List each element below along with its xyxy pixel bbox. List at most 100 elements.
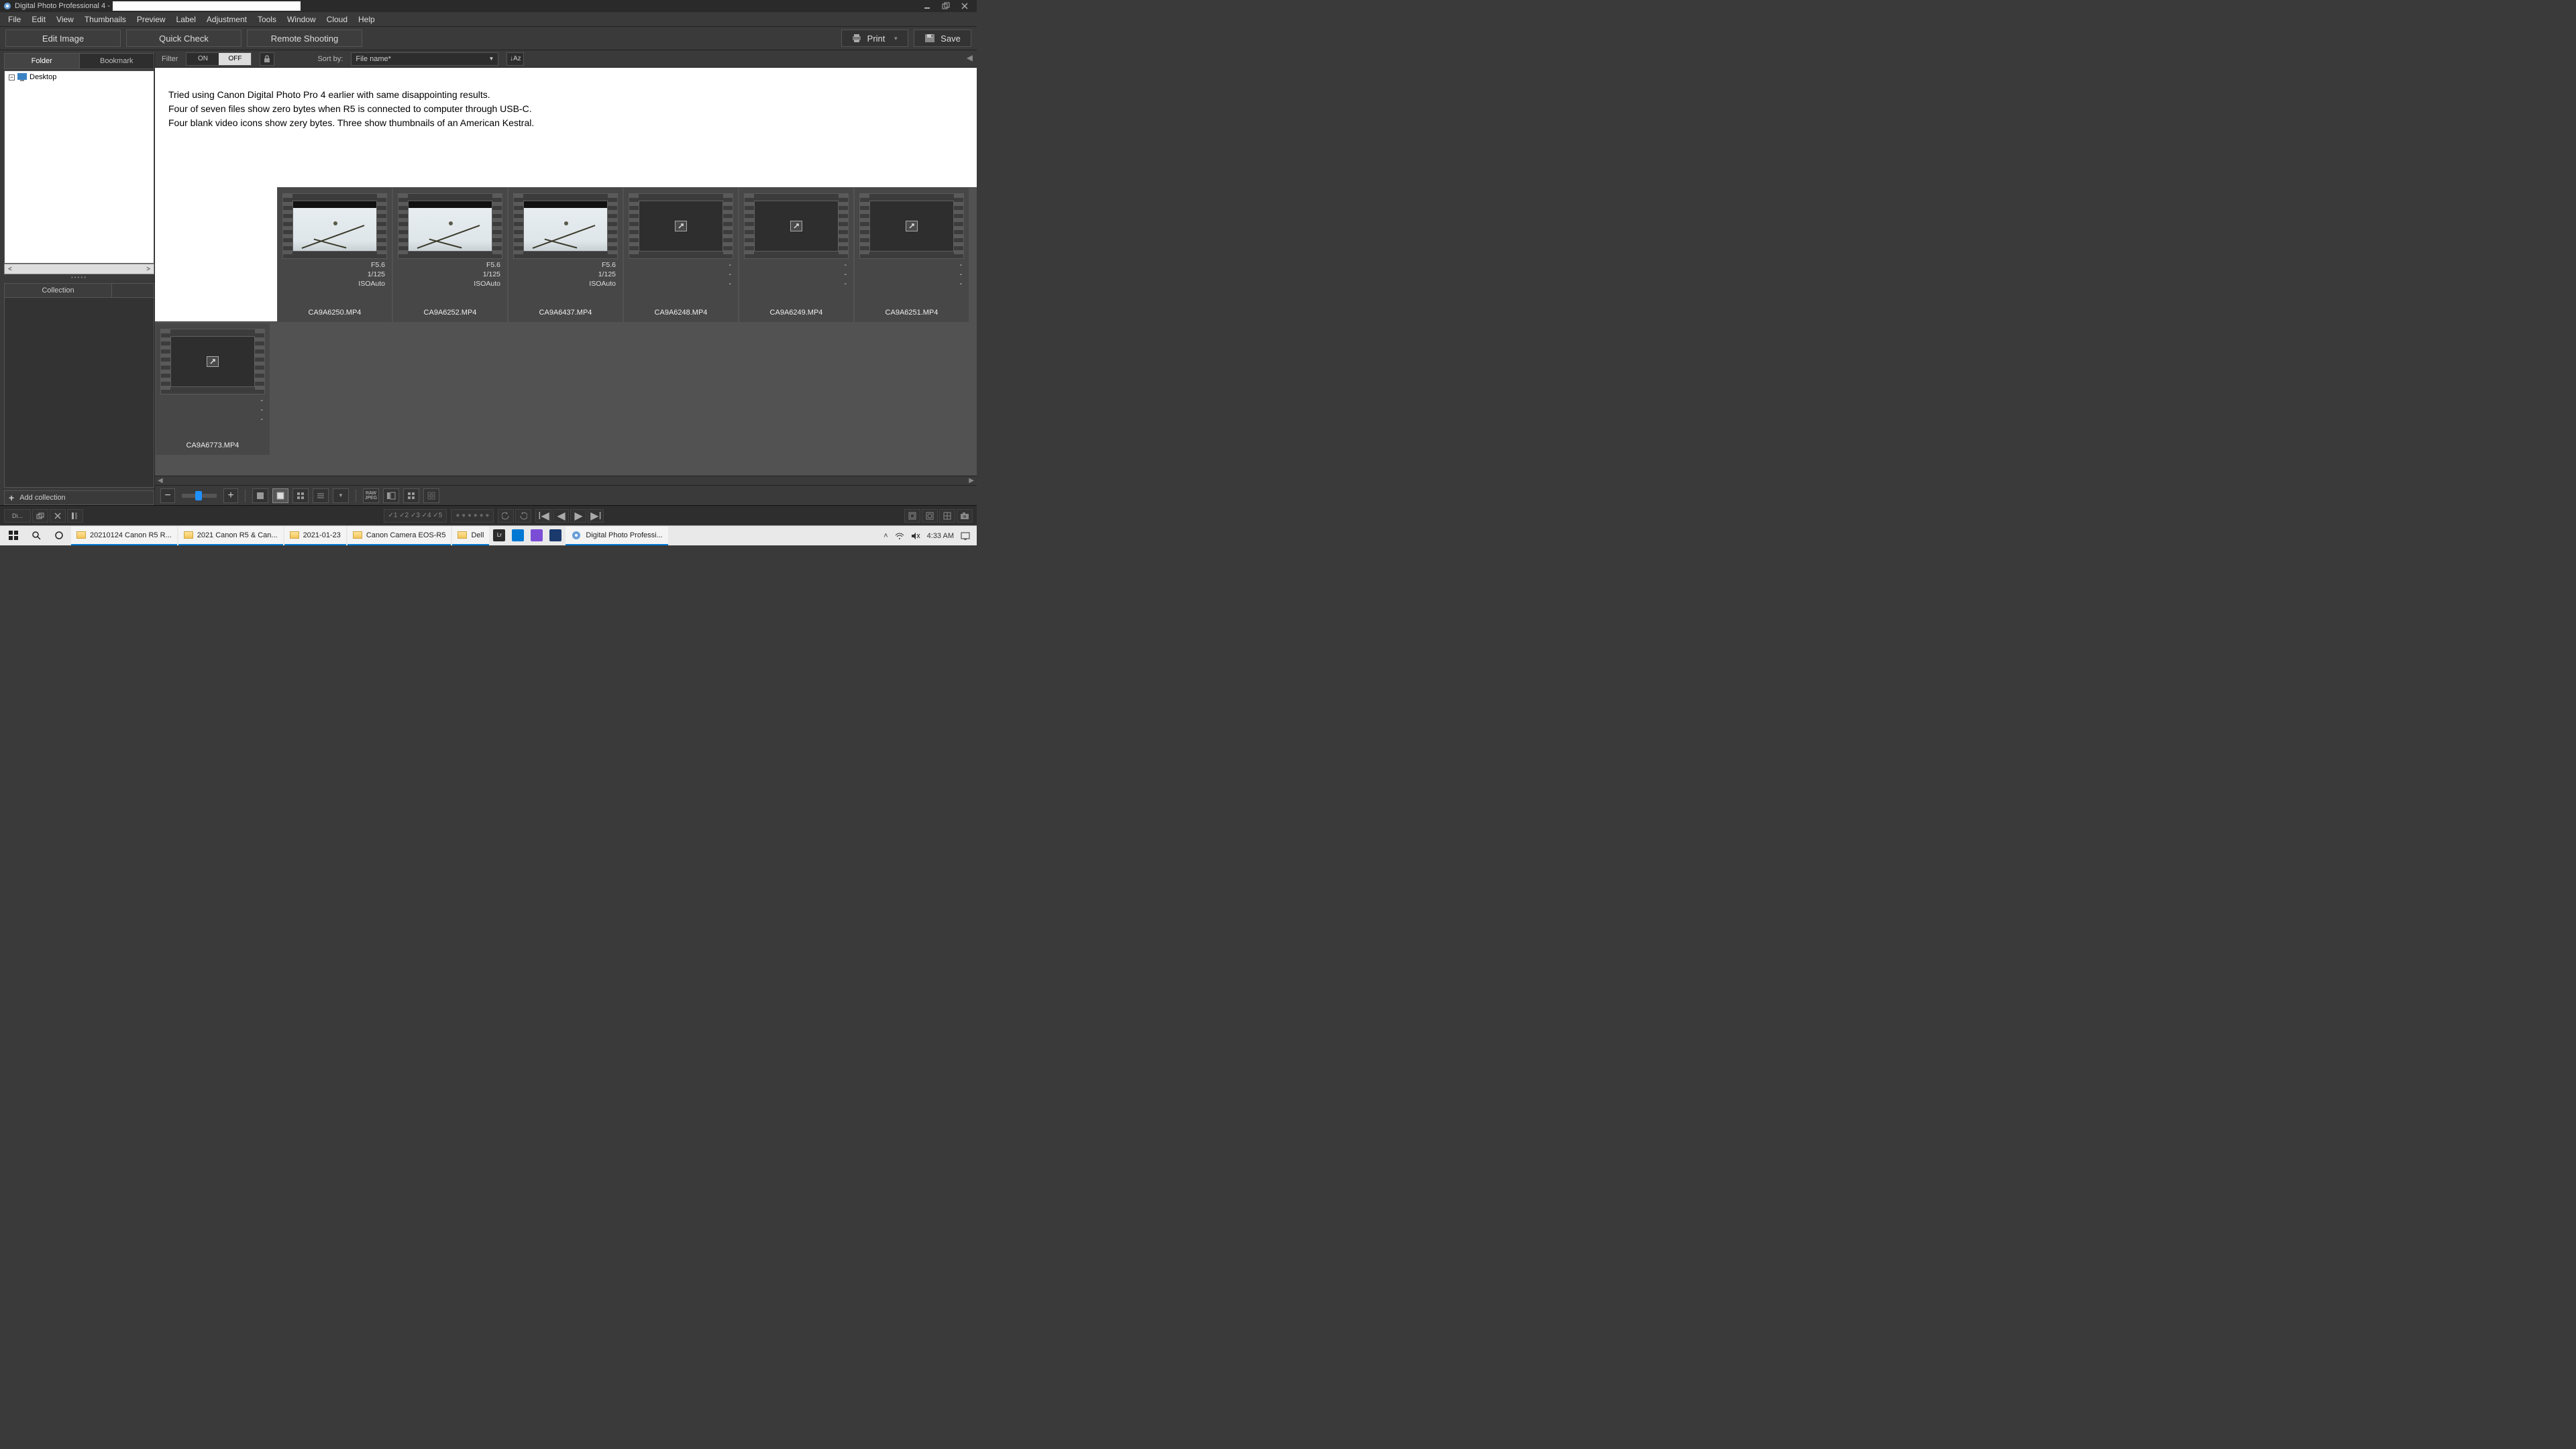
remote-shooting-button[interactable]: Remote Shooting xyxy=(247,30,362,47)
tab-bookmark[interactable]: Bookmark xyxy=(80,54,154,68)
view-single-button[interactable] xyxy=(252,488,268,503)
thumbnail-item[interactable]: F5.61/125ISOAutoCA9A6437.MP4 xyxy=(508,188,623,322)
tree-resize-grip[interactable]: ••••• xyxy=(4,274,154,280)
menu-label[interactable]: Label xyxy=(171,13,201,25)
status-window-button[interactable] xyxy=(32,509,48,523)
nav-first-button[interactable]: I◀ xyxy=(535,509,551,523)
menu-view[interactable]: View xyxy=(51,13,79,25)
status-close-button[interactable] xyxy=(50,509,66,523)
menu-tools[interactable]: Tools xyxy=(252,13,282,25)
maximize-button[interactable] xyxy=(936,0,955,12)
tool-camera-button[interactable] xyxy=(957,509,973,523)
layout-b-button[interactable] xyxy=(403,488,419,503)
cortana-button[interactable] xyxy=(48,527,70,545)
view-dropdown-button[interactable]: ▼ xyxy=(333,488,349,503)
start-button[interactable] xyxy=(3,527,24,545)
menu-help[interactable]: Help xyxy=(353,13,380,25)
zoom-handle[interactable] xyxy=(195,491,202,500)
edit-image-button[interactable]: Edit Image xyxy=(5,30,121,47)
thumbnail-item[interactable]: ---CA9A6248.MP4 xyxy=(624,188,738,322)
wifi-icon[interactable] xyxy=(895,532,904,540)
taskbar-item[interactable]: Digital Photo Professi... xyxy=(566,527,667,545)
tab-collection[interactable]: Collection xyxy=(5,284,112,297)
view-grid-button[interactable] xyxy=(292,488,309,503)
plus-icon: + xyxy=(9,492,14,503)
scroll-left-icon[interactable]: < xyxy=(5,266,15,273)
filter-on-button[interactable]: ON xyxy=(186,53,219,65)
filter-toggle: ON OFF xyxy=(186,52,252,66)
taskbar-pinned-app[interactable] xyxy=(509,527,527,545)
status-app-icon[interactable]: Di... xyxy=(4,509,31,523)
scroll-right-icon[interactable]: > xyxy=(143,266,154,273)
status-bars-button[interactable] xyxy=(67,509,83,523)
menu-adjustment[interactable]: Adjustment xyxy=(201,13,252,25)
view-dark-button[interactable] xyxy=(272,488,288,503)
tree-row-desktop[interactable]: − Desktop xyxy=(6,72,152,82)
menu-cloud[interactable]: Cloud xyxy=(321,13,353,25)
menu-file[interactable]: File xyxy=(3,13,26,25)
zoom-slider[interactable] xyxy=(182,494,217,498)
raw-jpeg-button[interactable]: RAWJPEG xyxy=(363,488,379,503)
tool-a-button[interactable] xyxy=(904,509,920,523)
thumbnail-item[interactable]: ---CA9A6773.MP4 xyxy=(156,323,270,455)
menu-preview[interactable]: Preview xyxy=(131,13,171,25)
minimize-button[interactable] xyxy=(918,0,936,12)
taskbar-item[interactable]: 2021-01-23 xyxy=(284,527,346,545)
volume-muted-icon[interactable] xyxy=(911,532,920,540)
collection-tabs: Collection xyxy=(4,283,154,298)
add-collection-button[interactable]: + Add collection xyxy=(4,490,154,505)
quick-check-button[interactable]: Quick Check xyxy=(126,30,241,47)
zoom-out-button[interactable]: − xyxy=(160,488,175,503)
thumbnail-item[interactable]: ---CA9A6249.MP4 xyxy=(739,188,853,322)
nav-prev-button[interactable]: ◀ xyxy=(553,509,569,523)
star-ratings[interactable]: ● ● ● ● ● ● xyxy=(451,509,494,523)
clock[interactable]: 4:33 AM xyxy=(927,532,954,540)
folder-tree[interactable]: − Desktop xyxy=(4,70,154,264)
zoom-in-button[interactable]: + xyxy=(223,488,238,503)
taskbar-item[interactable]: 20210124 Canon R5 R... xyxy=(71,527,177,545)
tray-chevron-icon[interactable]: ˄ xyxy=(883,532,888,540)
filter-off-button[interactable]: OFF xyxy=(219,53,251,65)
meta-iso: - xyxy=(158,415,263,424)
tool-b-button[interactable] xyxy=(922,509,938,523)
hscroll-right-icon[interactable]: ▶ xyxy=(969,477,974,484)
meta-shutter: - xyxy=(158,405,263,415)
thumbnail-item[interactable]: F5.61/125ISOAutoCA9A6250.MP4 xyxy=(278,188,392,322)
menu-edit[interactable]: Edit xyxy=(26,13,51,25)
taskbar-pinned-app[interactable] xyxy=(528,527,545,545)
taskbar-pinned-app[interactable]: Lr xyxy=(490,527,508,545)
thumb-hscroll[interactable]: ◀ ▶ xyxy=(155,476,977,485)
thumbnail-filename: CA9A6251.MP4 xyxy=(885,309,938,317)
sort-select[interactable]: File name* ▼ xyxy=(351,52,498,66)
sort-order-button[interactable]: ↓Aᴢ xyxy=(506,52,524,66)
rotate-right-button[interactable] xyxy=(515,509,531,523)
nav-next-button[interactable]: ▶ xyxy=(570,509,586,523)
menu-window[interactable]: Window xyxy=(282,13,321,25)
taskbar-item[interactable]: 2021 Canon R5 & Can... xyxy=(178,527,283,545)
tab-folder[interactable]: Folder xyxy=(5,54,80,68)
close-button[interactable] xyxy=(955,0,974,12)
thumbnail-item[interactable]: ---CA9A6251.MP4 xyxy=(855,188,969,322)
layout-c-button[interactable] xyxy=(423,488,439,503)
menu-thumbnails[interactable]: Thumbnails xyxy=(79,13,131,25)
nav-last-button[interactable]: ▶I xyxy=(588,509,604,523)
thumbnail-area[interactable]: F5.61/125ISOAutoCA9A6250.MP4F5.61/125ISO… xyxy=(155,187,977,476)
collapse-right-icon[interactable]: ◀ xyxy=(967,53,973,62)
print-button[interactable]: Print ▼ xyxy=(841,30,908,47)
filter-lock-button[interactable] xyxy=(260,52,274,66)
rotate-left-button[interactable] xyxy=(498,509,514,523)
thumbnail-item[interactable]: F5.61/125ISOAutoCA9A6252.MP4 xyxy=(393,188,507,322)
tree-expand-icon[interactable]: − xyxy=(9,74,15,80)
view-list-button[interactable] xyxy=(313,488,329,503)
save-button[interactable]: Save xyxy=(914,30,971,47)
layout-a-button[interactable] xyxy=(383,488,399,503)
taskbar-item[interactable]: Dell xyxy=(452,527,489,545)
hscroll-left-icon[interactable]: ◀ xyxy=(158,477,163,484)
tree-hscroll[interactable]: < > xyxy=(4,264,154,274)
search-button[interactable] xyxy=(25,527,47,545)
checkmark-ratings[interactable]: ✓1 ✓2 ✓3 ✓4 ✓5 xyxy=(384,509,447,523)
notifications-icon[interactable] xyxy=(961,532,970,540)
taskbar-pinned-app[interactable] xyxy=(547,527,564,545)
taskbar-item[interactable]: Canon Camera EOS-R5 xyxy=(347,527,451,545)
tool-c-button[interactable] xyxy=(939,509,955,523)
